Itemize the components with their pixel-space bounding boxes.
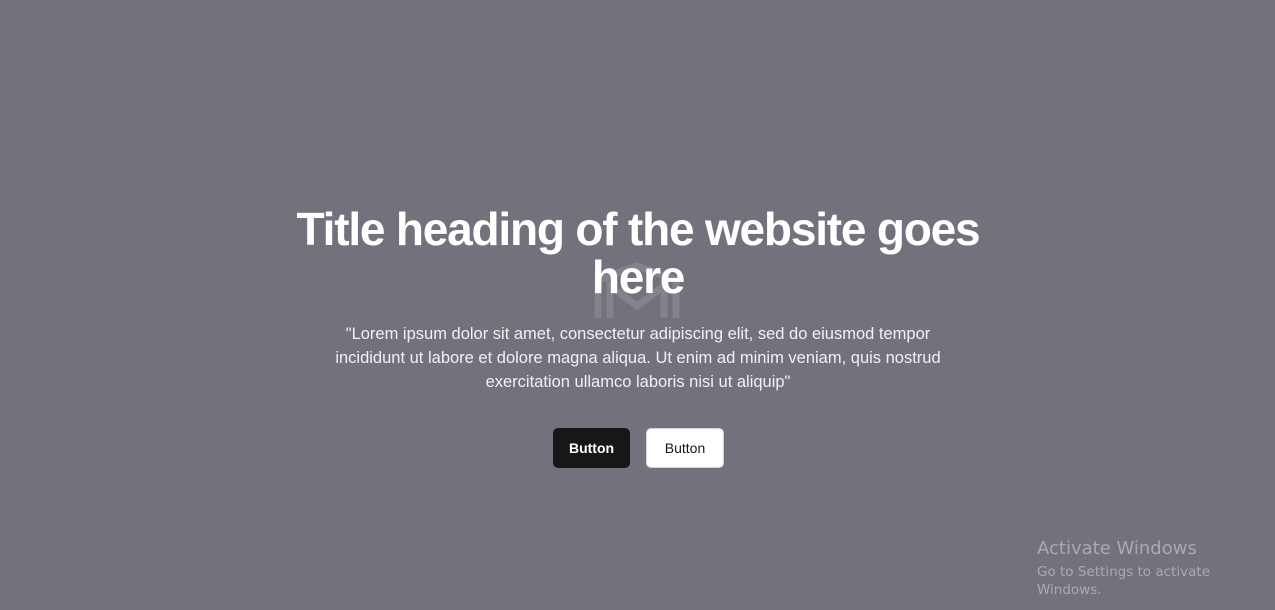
activate-windows-watermark: Activate Windows Go to Settings to activ…: [1037, 538, 1275, 599]
hero-section: Title heading of the website goes here "…: [0, 0, 1275, 610]
hero-subtitle: "Lorem ipsum dolor sit amet, consectetur…: [335, 325, 941, 391]
hero-actions: Button Button: [553, 428, 724, 468]
activate-windows-title: Activate Windows: [1037, 538, 1197, 559]
secondary-button[interactable]: Button: [646, 428, 724, 468]
activate-windows-subtitle: Go to Settings to activate Windows.: [1037, 564, 1210, 598]
primary-button[interactable]: Button: [553, 428, 630, 468]
page-title: Title heading of the website goes here: [296, 203, 981, 303]
